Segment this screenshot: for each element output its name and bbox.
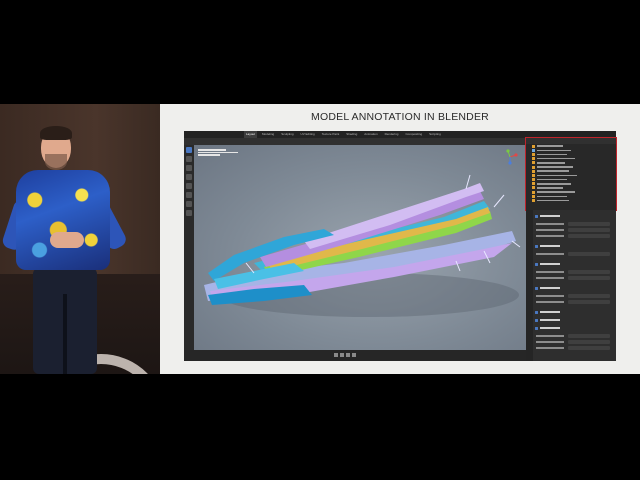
stage (0, 104, 160, 374)
letterbox-top (0, 0, 640, 104)
timeline[interactable] (184, 350, 526, 361)
select-tool-icon[interactable] (186, 147, 192, 153)
presenter (0, 104, 160, 374)
play-reverse-icon[interactable] (340, 353, 344, 357)
properties-section[interactable] (535, 244, 611, 248)
properties-section[interactable] (535, 262, 611, 266)
workspace-tabs: Layout Modeling Sculpting UV Editing Tex… (244, 131, 443, 138)
tab-shading[interactable]: Shading (344, 131, 359, 138)
measure-tool-icon[interactable] (186, 210, 192, 216)
tab-scripting[interactable]: Scripting (427, 131, 443, 138)
spaceship-model[interactable] (194, 145, 526, 350)
properties-section[interactable] (535, 310, 611, 314)
tab-sculpting[interactable]: Sculpting (279, 131, 295, 138)
presenter-hawaiian-shirt (16, 170, 110, 270)
viewport-header[interactable] (184, 138, 526, 145)
outliner-row[interactable] (532, 198, 616, 203)
tab-texture-paint[interactable]: Texture Paint (320, 131, 342, 138)
move-tool-icon[interactable] (186, 165, 192, 171)
scale-tool-icon[interactable] (186, 183, 192, 189)
rotate-tool-icon[interactable] (186, 174, 192, 180)
properties-tabs[interactable] (526, 210, 533, 361)
annotate-tool-icon[interactable] (186, 201, 192, 207)
play-icon[interactable] (346, 353, 350, 357)
tab-compositing[interactable]: Compositing (403, 131, 424, 138)
properties-section[interactable] (535, 214, 611, 218)
tab-layout[interactable]: Layout (244, 131, 258, 138)
outliner-panel[interactable] (525, 137, 617, 211)
properties-section[interactable] (535, 318, 611, 322)
jump-start-icon[interactable] (334, 353, 338, 357)
outliner-list (526, 144, 616, 203)
blender-window: File Edit Render Window Help Layout Mode… (184, 131, 617, 361)
slide-title: MODEL ANNOTATION IN BLENDER (311, 111, 489, 123)
viewport-toolbar (184, 145, 194, 350)
letterbox-bottom (0, 374, 640, 480)
tab-rendering[interactable]: Rendering (383, 131, 401, 138)
cursor-tool-icon[interactable] (186, 156, 192, 162)
jump-end-icon[interactable] (352, 353, 356, 357)
properties-section[interactable] (535, 286, 611, 290)
presenter-hands (50, 232, 84, 248)
tab-modeling[interactable]: Modeling (260, 131, 276, 138)
tab-uv-editing[interactable]: UV Editing (299, 131, 317, 138)
properties-panel[interactable] (526, 210, 616, 361)
transform-tool-icon[interactable] (186, 192, 192, 198)
properties-section[interactable] (535, 326, 611, 330)
tab-animation[interactable]: Animation (362, 131, 379, 138)
3d-viewport[interactable] (194, 145, 526, 350)
